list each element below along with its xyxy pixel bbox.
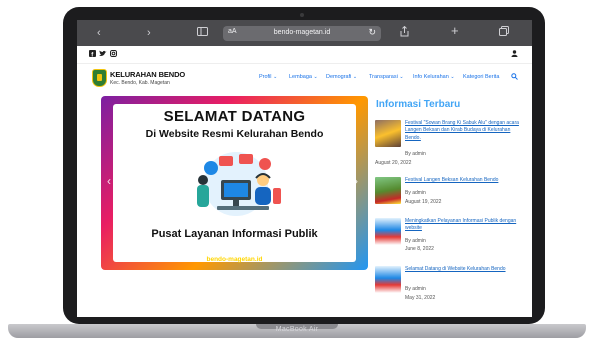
slide-url: bendo-magetan.id [206,256,263,263]
slider-next-arrow[interactable]: › [354,174,358,188]
tabs-icon[interactable] [499,26,509,40]
device-label: MacBook Air [275,326,319,333]
search-icon[interactable] [511,73,518,82]
list-item: Festival Langen Beksan Kelurahan Bendo B… [375,177,525,219]
logo-emblem[interactable] [92,69,107,87]
camera-dot [300,13,304,17]
twitter-icon[interactable] [99,50,107,59]
slide-footer: Pusat Layanan Informasi Publik [151,228,318,240]
post-thumbnail[interactable] [375,120,401,147]
instagram-icon[interactable] [110,50,117,59]
site-header: KELURAHAN BENDO Kec. Bendo, Kab. Magetan… [77,64,532,94]
user-icon[interactable] [511,50,518,59]
post-date: May 31, 2022 [405,295,436,301]
post-date: June 8, 2022 [405,246,434,252]
post-date: August 19, 2022 [405,199,442,205]
logo-title[interactable]: KELURAHAN BENDO [110,70,185,79]
post-thumbnail[interactable] [375,266,401,293]
screen: ‹ › aA bendo-magetan.id ↻ + f KELURAHAN … [77,20,532,317]
slide-title: SELAMAT DATANG [163,108,306,125]
list-item: Festival "Sowan Brang Ki Sabuk Alu" deng… [375,120,525,168]
nav-item-kategori-berita[interactable]: Kategori Berita [463,74,499,80]
facebook-icon[interactable]: f [89,50,96,59]
hero-slider[interactable]: SELAMAT DATANG Di Website Resmi Keluraha… [101,96,368,270]
slide-card: SELAMAT DATANG Di Website Resmi Keluraha… [113,104,356,262]
list-item: Selamat Datang di Website Kelurahan Bend… [375,266,525,308]
chevron-down-icon: ⌄ [399,74,404,80]
reload-icon[interactable]: ↻ [368,27,376,38]
post-title-link[interactable]: Meningkatkan Pelayanan Informasi Publik … [405,218,527,233]
address-bar[interactable]: aA bendo-magetan.id ↻ [223,26,381,41]
share-icon[interactable] [400,25,409,41]
list-item: Meningkatkan Pelayanan Informasi Publik … [375,218,525,260]
back-icon[interactable]: ‹ [97,26,101,40]
post-title-link[interactable]: Festival "Sowan Brang Ki Sabuk Alu" deng… [405,120,527,142]
forward-icon[interactable]: › [147,26,151,40]
post-author: By admin [405,286,426,292]
social-bar: f [77,46,532,64]
chevron-down-icon: ⌄ [450,74,455,80]
browser-toolbar: ‹ › aA bendo-magetan.id ↻ + [77,20,532,46]
nav-item-transparasi[interactable]: Transparasi ⌄ [369,74,404,80]
post-title-link[interactable]: Festival Langen Beksan Kelurahan Bendo [405,177,527,184]
url-text: bendo-magetan.id [273,29,331,36]
post-thumbnail[interactable] [375,218,401,245]
nav-item-info-kelurahan[interactable]: Info Kelurahan ⌄ [413,74,455,80]
post-author: By admin [405,190,426,196]
post-title-link[interactable]: Selamat Datang di Website Kelurahan Bend… [405,266,527,273]
nav-item-profil[interactable]: Profil ⌄ [259,74,277,80]
chevron-down-icon: ⌄ [313,74,318,80]
slide-subtitle: Di Website Resmi Kelurahan Bendo [145,128,324,140]
slider-prev-arrow[interactable]: ‹ [107,174,111,188]
nav-item-demografi[interactable]: Demografi ⌄ [326,74,357,80]
sidebar-title: Informasi Terbaru [376,99,461,110]
logo-subtitle: Kec. Bendo, Kab. Magetan [110,80,170,86]
customer-service-illustration [197,152,281,216]
sidebar-icon[interactable] [197,26,208,40]
nav-item-lembaga[interactable]: Lembaga ⌄ [289,74,318,80]
chevron-down-icon: ⌄ [352,74,358,80]
post-thumbnail[interactable] [375,177,401,204]
post-date: August 20, 2022 [375,160,412,166]
new-tab-icon[interactable]: + [451,24,459,38]
post-author: By admin [405,238,426,244]
post-author: By admin [405,151,426,157]
chevron-down-icon: ⌄ [273,74,278,80]
